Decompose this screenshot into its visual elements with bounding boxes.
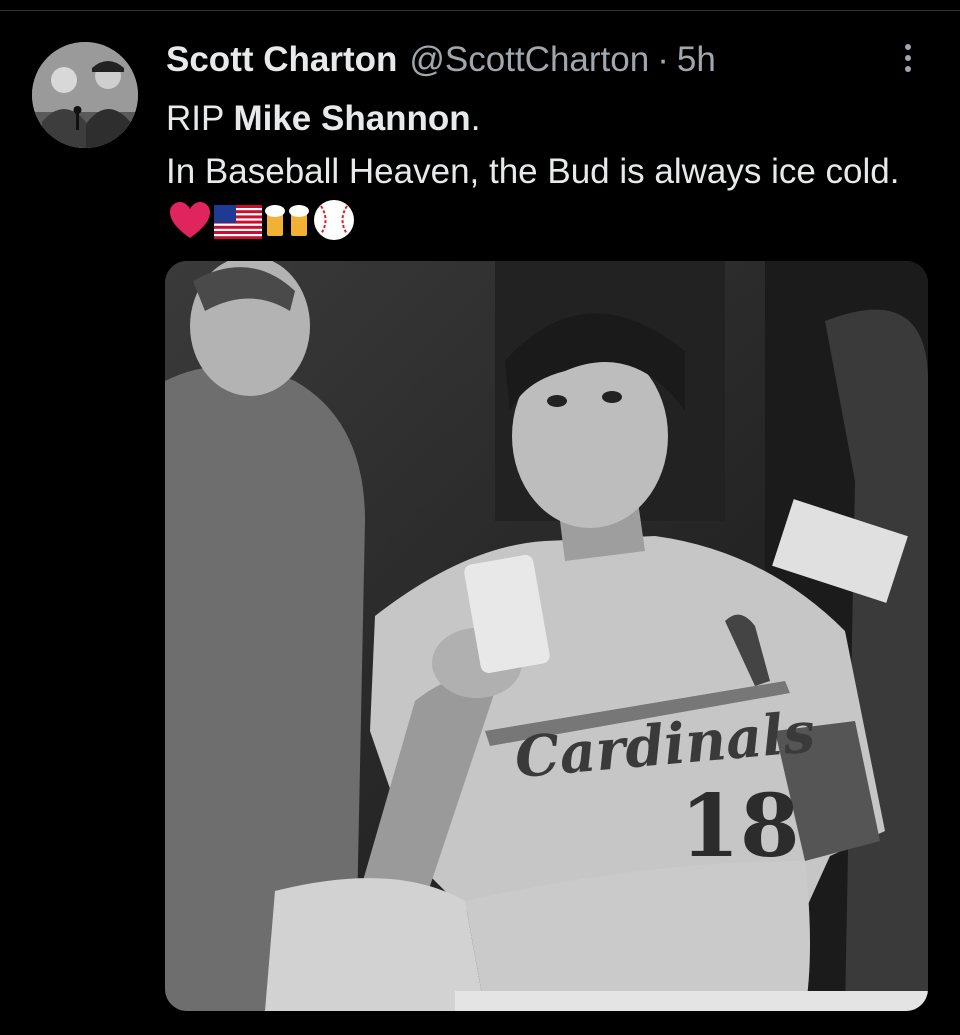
top-divider xyxy=(0,10,960,11)
tweet-text-line-2: In Baseball Heaven, the Bud is always ic… xyxy=(166,145,926,257)
separator-dot: · xyxy=(657,40,669,79)
tweet-text: RIP Mike Shannon. In Baseball Heaven, th… xyxy=(166,92,926,257)
us-flag-icon xyxy=(214,201,262,254)
tweet-header: Scott Charton @ScottCharton · 5h xyxy=(166,38,716,82)
avatar-image xyxy=(32,42,138,148)
timestamp[interactable]: 5h xyxy=(677,40,716,80)
heart-icon xyxy=(168,200,212,255)
baseball-icon xyxy=(312,198,356,257)
text-body: In Baseball Heaven, the Bud is always ic… xyxy=(166,152,900,191)
mention-name: Mike Shannon xyxy=(233,99,471,138)
author-name[interactable]: Scott Charton xyxy=(166,40,397,80)
text-period: . xyxy=(470,99,481,138)
avatar[interactable] xyxy=(32,42,138,148)
text-prefix: RIP xyxy=(166,99,234,138)
more-options-icon[interactable] xyxy=(888,38,928,78)
tweet-text-line-1: RIP Mike Shannon. xyxy=(166,92,926,145)
beer-mugs-icon xyxy=(264,200,310,255)
tweet-photo[interactable]: Cardinals 18 xyxy=(165,261,928,1011)
author-handle[interactable]: @ScottCharton xyxy=(409,40,649,80)
